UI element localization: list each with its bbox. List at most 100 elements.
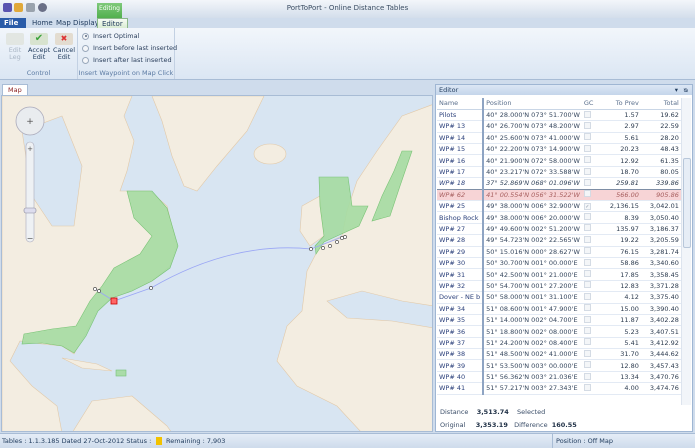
waypoint-position[interactable]: 51° 14.000'N 002° 04.700'E xyxy=(482,314,582,327)
col-position[interactable]: Position xyxy=(482,98,582,110)
gc-checkbox[interactable] xyxy=(583,361,591,369)
insert-optimal-radio[interactable]: Insert Optimal xyxy=(82,32,139,40)
waypoint-name[interactable]: WP# 27 xyxy=(437,223,484,236)
accept-edit-button[interactable]: ✔ Accept Edit xyxy=(28,33,50,61)
waypoint-position[interactable]: 37° 52.869'N 068° 01.096'W xyxy=(482,177,582,190)
waypoint-position[interactable]: 41° 00.554'N 056° 31.522'W xyxy=(482,189,582,202)
table-row[interactable]: Dover - NE b 50° 58.000'N 001° 31.100'E … xyxy=(437,291,686,304)
table-row[interactable]: WP# 18 37° 52.869'N 068° 01.096'W 259.81… xyxy=(437,177,686,190)
waypoint-name[interactable]: Pilots xyxy=(437,109,484,122)
table-row[interactable]: WP# 37 51° 24.200'N 002° 08.400'E 5.41 3… xyxy=(437,337,686,350)
gc-checkbox[interactable] xyxy=(583,167,591,175)
waypoint-name[interactable]: WP# 18 xyxy=(437,177,484,190)
waypoint-name[interactable]: WP# 28 xyxy=(437,234,484,247)
table-row[interactable]: WP# 16 40° 21.900'N 072° 58.000'W 12.92 … xyxy=(437,154,686,167)
col-gc[interactable]: GC xyxy=(581,98,598,110)
waypoint-name[interactable]: Bishop Rock xyxy=(437,211,484,224)
gc-checkbox[interactable] xyxy=(583,372,591,380)
gc-checkbox[interactable] xyxy=(583,349,591,357)
table-row[interactable]: WP# 28 49° 54.723'N 002° 22.565'W 19.22 … xyxy=(437,234,686,247)
table-row[interactable]: WP# 62 41° 00.554'N 056° 31.522'W 566.00… xyxy=(437,189,686,202)
table-row[interactable]: WP# 39 51° 53.500'N 003° 00.000'E 12.80 … xyxy=(437,359,686,372)
waypoint-position[interactable]: 40° 28.000'N 073° 51.700'W xyxy=(482,109,582,122)
dropdown-icon[interactable]: ▾ xyxy=(675,86,678,94)
table-row[interactable]: WP# 25 49° 38.000'N 006° 32.900'W ✓ 2,13… xyxy=(437,200,686,213)
gc-checkbox[interactable]: ✓ xyxy=(583,203,591,211)
waypoint-position[interactable]: 49° 38.000'N 006° 20.000'W xyxy=(482,211,582,224)
gc-checkbox[interactable] xyxy=(583,270,591,278)
table-row[interactable]: WP# 30 50° 30.700'N 001° 00.000'E 58.86 … xyxy=(437,257,686,270)
cancel-edit-button[interactable]: ✖ Cancel Edit xyxy=(53,33,75,61)
waypoint-position[interactable]: 49° 38.000'N 006° 32.900'W xyxy=(482,200,582,213)
scroll-thumb[interactable] xyxy=(683,158,691,248)
waypoint-position[interactable]: 49° 49.600'N 002° 51.200'W xyxy=(482,223,582,236)
waypoint-position[interactable]: 51° 53.500'N 003° 00.000'E xyxy=(482,359,582,372)
waypoint-position[interactable]: 50° 42.500'N 001° 21.000'E xyxy=(482,268,582,281)
col-name[interactable]: Name xyxy=(437,98,484,110)
waypoint-name[interactable]: WP# 13 xyxy=(437,120,484,133)
waypoint-position[interactable]: 50° 30.700'N 001° 00.000'E xyxy=(482,257,582,270)
waypoint-name[interactable]: WP# 16 xyxy=(437,154,484,167)
waypoint-name[interactable]: WP# 39 xyxy=(437,359,484,372)
gc-checkbox[interactable] xyxy=(583,213,591,221)
vertical-scrollbar[interactable] xyxy=(681,98,691,405)
waypoint-position[interactable]: 51° 56.362'N 003° 21.036'E xyxy=(482,371,582,384)
waypoint-position[interactable]: 50° 15.016'N 000° 28.627'W xyxy=(482,246,582,258)
table-row[interactable]: WP# 29 50° 15.016'N 000° 28.627'W 76.15 … xyxy=(437,246,686,258)
gc-checkbox[interactable] xyxy=(583,133,591,141)
tab-map[interactable]: Map xyxy=(2,84,28,95)
waypoint-name[interactable]: WP# 31 xyxy=(437,268,484,281)
pan-control[interactable]: + xyxy=(15,106,45,136)
table-row[interactable]: WP# 38 51° 48.500'N 002° 41.000'E 31.70 … xyxy=(437,348,686,361)
waypoint-position[interactable]: 40° 22.200'N 073° 14.900'W xyxy=(482,143,582,156)
gc-checkbox[interactable] xyxy=(583,110,591,118)
gc-checkbox[interactable] xyxy=(583,292,591,300)
table-row[interactable]: WP# 35 51° 14.000'N 002° 04.700'E 11.87 … xyxy=(437,314,686,327)
tab-map-display[interactable]: Map Display xyxy=(52,18,103,28)
waypoint-name[interactable]: WP# 41 xyxy=(437,382,484,395)
waypoint-name[interactable]: WP# 29 xyxy=(437,246,484,258)
waypoint-name[interactable]: WP# 36 xyxy=(437,325,484,338)
gc-checkbox[interactable] xyxy=(583,281,591,289)
waypoint-position[interactable]: 50° 58.000'N 001° 31.100'E xyxy=(482,291,582,304)
waypoint-name[interactable]: Dover - NE b xyxy=(437,291,484,304)
tab-file[interactable]: File xyxy=(0,18,26,28)
col-total[interactable]: Total xyxy=(640,98,681,110)
table-row[interactable]: WP# 17 40° 23.217'N 072° 33.588'W 18.70 … xyxy=(437,166,686,179)
table-row[interactable]: WP# 34 51° 08.600'N 001° 47.900'E 15.00 … xyxy=(437,303,686,315)
pin-icon[interactable]: ᴓ xyxy=(684,86,688,94)
table-row[interactable]: WP# 41 51° 57.217'N 003° 27.343'E 4.00 3… xyxy=(437,382,686,395)
waypoint-position[interactable]: 40° 21.900'N 072° 58.000'W xyxy=(482,154,582,167)
gc-checkbox[interactable] xyxy=(583,156,591,164)
table-row[interactable]: WP# 13 40° 26.700'N 073° 48.200'W 2.97 2… xyxy=(437,120,686,133)
waypoint-position[interactable]: 40° 23.217'N 072° 33.588'W xyxy=(482,166,582,179)
waypoint-position[interactable]: 51° 08.600'N 001° 47.900'E xyxy=(482,303,582,315)
table-row[interactable]: WP# 15 40° 22.200'N 073° 14.900'W 20.23 … xyxy=(437,143,686,156)
waypoint-name[interactable]: WP# 32 xyxy=(437,280,484,293)
waypoint-name[interactable]: WP# 17 xyxy=(437,166,484,179)
waypoint-position[interactable]: 40° 26.700'N 073° 48.200'W xyxy=(482,120,582,133)
waypoint-name[interactable]: WP# 25 xyxy=(437,200,484,213)
gc-checkbox[interactable] xyxy=(583,315,591,323)
table-row[interactable]: WP# 27 49° 49.600'N 002° 51.200'W 135.97… xyxy=(437,223,686,236)
waypoint-name[interactable]: WP# 38 xyxy=(437,348,484,361)
waypoint-name[interactable]: WP# 62 xyxy=(437,189,484,202)
waypoint-position[interactable]: 51° 24.200'N 002° 08.400'E xyxy=(482,337,582,350)
waypoint-name[interactable]: WP# 40 xyxy=(437,371,484,384)
waypoint-name[interactable]: WP# 30 xyxy=(437,257,484,270)
zoom-slider[interactable]: + − xyxy=(23,141,37,243)
edit-leg-button[interactable]: Edit Leg xyxy=(4,33,26,61)
waypoint-name[interactable]: WP# 14 xyxy=(437,132,484,145)
table-row[interactable]: WP# 32 50° 54.700'N 001° 27.200'E 12.83 … xyxy=(437,280,686,293)
tab-editor[interactable]: Editor xyxy=(97,18,128,28)
waypoint-position[interactable]: 51° 48.500'N 002° 41.000'E xyxy=(482,348,582,361)
gc-checkbox[interactable] xyxy=(583,304,591,312)
waypoint-name[interactable]: WP# 15 xyxy=(437,143,484,156)
gc-checkbox[interactable] xyxy=(583,258,591,266)
gc-checkbox[interactable] xyxy=(583,327,591,334)
insert-before-radio[interactable]: Insert before last inserted xyxy=(82,44,177,52)
table-row[interactable]: Pilots 40° 28.000'N 073° 51.700'W 1.57 1… xyxy=(437,109,686,122)
gc-checkbox[interactable] xyxy=(583,121,591,129)
table-row[interactable]: Bishop Rock 49° 38.000'N 006° 20.000'W 8… xyxy=(437,211,686,224)
table-row[interactable]: WP# 36 51° 18.800'N 002° 08.000'E 5.23 3… xyxy=(437,325,686,338)
